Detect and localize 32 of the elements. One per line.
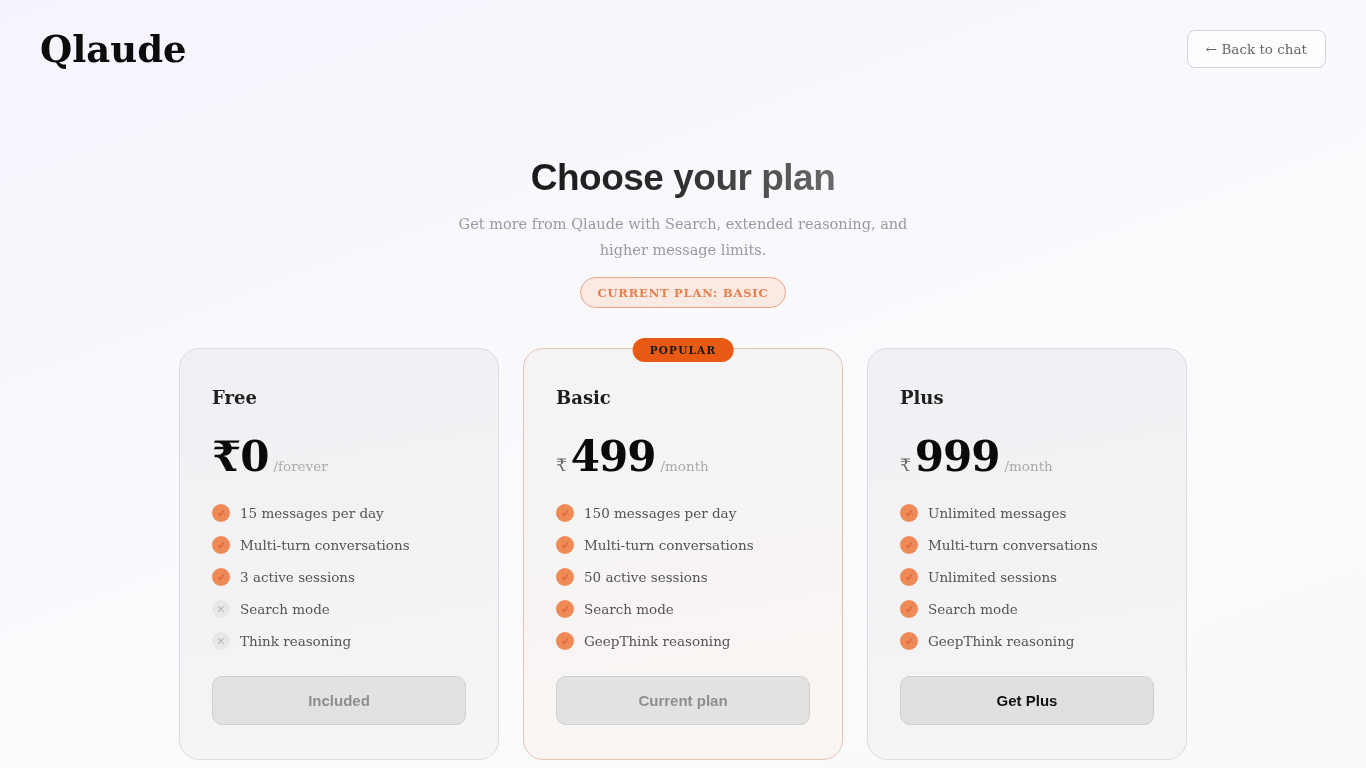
logo: Qlaude bbox=[40, 26, 187, 72]
feature-text: Search mode bbox=[240, 601, 330, 617]
plan-button[interactable]: Get Plus bbox=[900, 676, 1154, 725]
page-subtitle: Get more from Qlaude with Search, extended reasoning, and higher message limits. bbox=[457, 215, 909, 260]
currency-symbol: ₹ bbox=[900, 455, 911, 475]
feature-text: 15 messages per day bbox=[240, 505, 384, 521]
feature-text: Unlimited sessions bbox=[928, 569, 1057, 585]
feature-text: 150 messages per day bbox=[584, 505, 737, 521]
current-plan-badge: CURRENT PLAN: BASIC bbox=[579, 277, 787, 308]
back-button[interactable]: ← Back to chat bbox=[1186, 30, 1326, 68]
popular-badge: POPULAR bbox=[632, 338, 734, 362]
feature-text: Search mode bbox=[584, 601, 674, 617]
feature-text: Multi-turn conversations bbox=[584, 537, 754, 553]
plan-name: Free bbox=[212, 386, 257, 410]
feature-text: 3 active sessions bbox=[240, 569, 355, 585]
plan-name: Plus bbox=[900, 386, 944, 410]
price-amount: 999 bbox=[914, 431, 1000, 483]
feature-text: 50 active sessions bbox=[584, 569, 708, 585]
price-amount: 499 bbox=[570, 431, 656, 483]
price-amount: ₹0 bbox=[212, 431, 269, 483]
feature-text: Think reasoning bbox=[240, 633, 352, 649]
feature-text: Multi-turn conversations bbox=[928, 537, 1098, 553]
feature-text: GeepThink reasoning bbox=[928, 633, 1075, 649]
feature-text: Search mode bbox=[928, 601, 1018, 617]
currency-symbol: ₹ bbox=[556, 455, 567, 475]
feature-text: GeepThink reasoning bbox=[584, 633, 731, 649]
price-period: /month bbox=[660, 458, 709, 474]
feature-text: Unlimited messages bbox=[928, 505, 1067, 521]
price-period: /month bbox=[1004, 458, 1053, 474]
feature-text: Multi-turn conversations bbox=[240, 537, 410, 553]
plan-name: Basic bbox=[556, 386, 611, 410]
price-period: /forever bbox=[273, 458, 328, 474]
